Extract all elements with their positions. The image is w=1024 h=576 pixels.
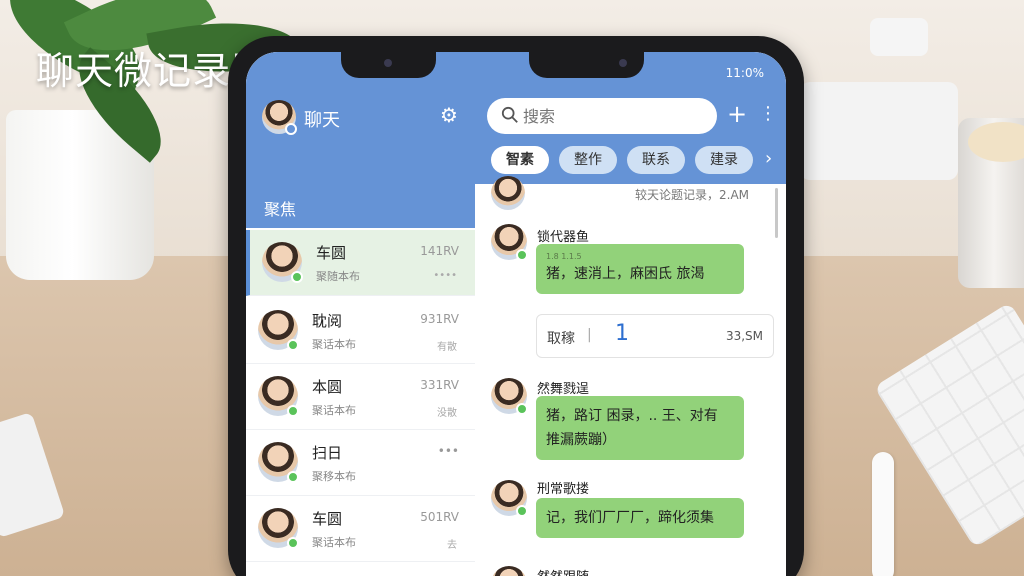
contact-row[interactable]: 耽阅 聚话本布 931RV 有散 bbox=[246, 298, 475, 364]
contact-row[interactable]: 车圆 聚随本布 141RV •••• bbox=[246, 230, 475, 296]
chat-list-title: 聊天 bbox=[304, 110, 340, 131]
online-dot-icon bbox=[287, 339, 299, 351]
contact-preview: 聚随本布 bbox=[316, 270, 360, 283]
chat-list-header: 聊天 ⚙ 聚焦 bbox=[246, 52, 475, 228]
online-dot-icon bbox=[287, 405, 299, 417]
sender-avatar bbox=[491, 566, 527, 576]
search-input[interactable] bbox=[523, 104, 703, 128]
stylus-pen bbox=[872, 452, 894, 576]
sender-name: 然然跟随 bbox=[537, 566, 589, 576]
record-label: 取稼 bbox=[547, 331, 575, 347]
contact-name: 车圆 bbox=[316, 244, 347, 262]
chat-list-panel: 聊天 ⚙ 聚焦 车圆 聚随本布 141RV •••• 耽阅 聚话本布 931RV… bbox=[246, 52, 475, 576]
contact-meta: 没散 bbox=[437, 408, 457, 419]
message-bubble[interactable]: 1.8 1.1.5 猪，速消上，麻困氐 旅渴 bbox=[536, 244, 744, 294]
status-bar-battery: 11:0% bbox=[725, 66, 764, 80]
contact-meta: 去 bbox=[447, 540, 457, 551]
status-dot-icon bbox=[285, 123, 297, 135]
message-bubble[interactable]: 猪，路订 困录，.. 王、对有 推漏蕨蹦） bbox=[536, 396, 744, 460]
contact-time: 501RV bbox=[420, 510, 459, 524]
camera-icon bbox=[384, 59, 392, 67]
sender-avatar bbox=[491, 176, 525, 210]
message-bubble[interactable]: 记，我们厂厂厂，蹄化须集 bbox=[536, 498, 744, 538]
tab-organize[interactable]: 整作 bbox=[559, 146, 617, 174]
contact-meta: 有散 bbox=[437, 342, 457, 353]
contact-name: 扫日 bbox=[312, 444, 343, 462]
tab-smart[interactable]: 智素 bbox=[491, 146, 549, 174]
sender-name: 刑常歌搂 bbox=[537, 482, 590, 497]
search-icon bbox=[501, 106, 518, 123]
contact-name: 耽阅 bbox=[312, 312, 343, 330]
sender-avatar bbox=[491, 378, 528, 415]
contact-time: 141RV bbox=[420, 244, 459, 258]
online-dot-icon bbox=[287, 471, 299, 483]
phone-screen: 聊天 ⚙ 聚焦 车圆 聚随本布 141RV •••• 耽阅 聚话本布 931RV… bbox=[246, 52, 786, 576]
message-text: 猪，速消上，麻困氐 旅渴 bbox=[546, 266, 705, 282]
tab-records[interactable]: 建录 bbox=[695, 146, 753, 174]
desk-tray bbox=[800, 82, 958, 180]
sender-name: 然舞戮逞 bbox=[537, 382, 590, 397]
sender-name: 锁代器鱼 bbox=[537, 230, 590, 245]
contact-row[interactable]: 车圆 聚话本布 501RV 去 bbox=[246, 496, 475, 562]
contact-avatar bbox=[258, 508, 299, 549]
message-timestamp: 较天论题记录，2.AM bbox=[635, 188, 750, 202]
record-separator: | bbox=[587, 327, 592, 343]
wall-hook bbox=[870, 18, 928, 56]
add-icon[interactable]: + bbox=[727, 102, 747, 126]
user-avatar[interactable] bbox=[262, 100, 297, 135]
contact-row[interactable]: 本圆 聚话本布 331RV 没散 bbox=[246, 364, 475, 430]
contact-name: 本圆 bbox=[312, 378, 343, 396]
contact-time: ••• bbox=[437, 444, 459, 458]
contact-name: 车圆 bbox=[312, 510, 343, 528]
section-label: 聚焦 bbox=[264, 200, 297, 219]
contact-avatar bbox=[258, 442, 299, 483]
online-dot-icon bbox=[287, 537, 299, 549]
contact-avatar bbox=[258, 310, 299, 351]
more-options-icon[interactable]: ⋮ bbox=[759, 102, 777, 126]
contact-avatar bbox=[262, 242, 303, 283]
contact-meta: •••• bbox=[433, 270, 457, 281]
contact-preview: 聚话本布 bbox=[312, 404, 356, 417]
message-text: 猪，路订 困录，.. 王、对有 推漏蕨蹦） bbox=[546, 408, 718, 448]
message-text: 记，我们厂厂厂，蹄化须集 bbox=[546, 510, 714, 526]
contact-time: 931RV bbox=[420, 312, 459, 326]
online-dot-icon bbox=[516, 505, 528, 517]
right-notch bbox=[529, 52, 644, 78]
online-dot-icon bbox=[291, 271, 303, 283]
online-dot-icon bbox=[516, 249, 528, 261]
contact-preview: 聚移本布 bbox=[312, 470, 356, 483]
camera-icon bbox=[619, 59, 627, 67]
contact-row[interactable]: 扫日 聚移本布 ••• bbox=[246, 430, 475, 496]
contact-preview: 聚话本布 bbox=[312, 536, 356, 549]
contact-preview: 聚话本布 bbox=[312, 338, 356, 351]
conversation-panel: 11:0% + ⋮ 智素 整作 联系 建录 › 较天论题记录，2.AM 锁代器鱼… bbox=[475, 52, 786, 576]
tabs-scroll-icon[interactable]: › bbox=[765, 148, 772, 169]
contact-avatar bbox=[258, 376, 299, 417]
sender-avatar bbox=[491, 224, 528, 261]
search-bar[interactable] bbox=[487, 98, 717, 134]
input-record-card[interactable]: 取稼 | 1 33,SM bbox=[536, 314, 774, 358]
contact-time: 331RV bbox=[420, 378, 459, 392]
sender-avatar bbox=[491, 480, 528, 517]
record-value: 1 bbox=[615, 321, 629, 346]
record-time: 33,SM bbox=[725, 329, 763, 343]
gear-icon[interactable]: ⚙ bbox=[438, 104, 460, 126]
message-tag: 1.8 1.1.5 bbox=[546, 252, 582, 261]
tab-contacts[interactable]: 联系 bbox=[627, 146, 685, 174]
scrollbar[interactable] bbox=[775, 188, 778, 238]
online-dot-icon bbox=[516, 403, 528, 415]
left-notch bbox=[341, 52, 436, 78]
